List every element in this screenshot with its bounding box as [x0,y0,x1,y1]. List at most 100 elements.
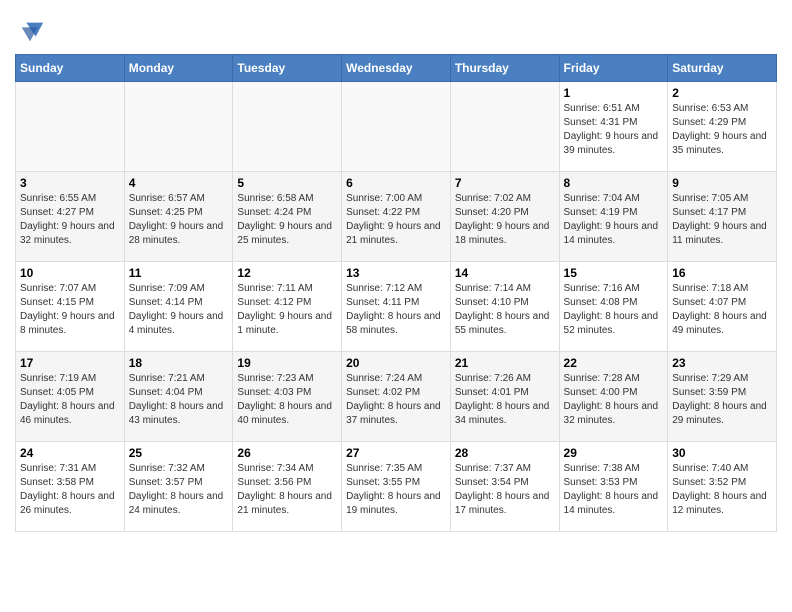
calendar-cell: 4 Sunrise: 6:57 AM Sunset: 4:25 PM Daylig… [124,172,233,262]
day-number: 26 [237,446,337,460]
calendar-cell: 1 Sunrise: 6:51 AM Sunset: 4:31 PM Daylig… [559,82,668,172]
calendar-cell: 16 Sunrise: 7:18 AM Sunset: 4:07 PM Dayli… [668,262,777,352]
calendar-cell: 17 Sunrise: 7:19 AM Sunset: 4:05 PM Dayli… [16,352,125,442]
day-info: Sunrise: 7:00 AM Sunset: 4:22 PM Dayligh… [346,192,446,248]
day-number: 4 [129,176,229,190]
week-row: 1 Sunrise: 6:51 AM Sunset: 4:31 PM Daylig… [16,82,777,172]
calendar-cell: 13Sunrise: 7:12 AM Sunset: 4:11 PM Dayli… [342,262,451,352]
day-number: 7 [455,176,555,190]
day-number: 30 [672,446,772,460]
day-number: 21 [455,356,555,370]
day-info: Sunrise: 7:37 AM Sunset: 3:54 PM Dayligh… [455,462,555,518]
day-number: 2 [672,86,772,100]
header-day: Sunday [16,55,125,82]
day-number: 16 [672,266,772,280]
calendar-cell [233,82,342,172]
day-number: 24 [20,446,120,460]
calendar-cell: 18Sunrise: 7:21 AM Sunset: 4:04 PM Dayli… [124,352,233,442]
day-info: Sunrise: 7:07 AM Sunset: 4:15 PM Dayligh… [20,282,120,338]
calendar-cell [342,82,451,172]
calendar-cell: 29 Sunrise: 7:38 AM Sunset: 3:53 PM Dayli… [559,442,668,532]
calendar-cell: 10 Sunrise: 7:07 AM Sunset: 4:15 PM Dayli… [16,262,125,352]
day-number: 27 [346,446,446,460]
day-info: Sunrise: 7:23 AM Sunset: 4:03 PM Dayligh… [237,372,337,428]
calendar-header: SundayMondayTuesdayWednesdayThursdayFrid… [16,55,777,82]
logo [15,18,45,46]
calendar-cell: 24 Sunrise: 7:31 AM Sunset: 3:58 PM Dayli… [16,442,125,532]
calendar-table: SundayMondayTuesdayWednesdayThursdayFrid… [15,54,777,532]
calendar-cell: 12 Sunrise: 7:11 AM Sunset: 4:12 PM Dayli… [233,262,342,352]
calendar-cell: 22 Sunrise: 7:28 AM Sunset: 4:00 PM Dayli… [559,352,668,442]
week-row: 24 Sunrise: 7:31 AM Sunset: 3:58 PM Dayli… [16,442,777,532]
week-row: 17 Sunrise: 7:19 AM Sunset: 4:05 PM Dayli… [16,352,777,442]
calendar-cell: 25Sunrise: 7:32 AM Sunset: 3:57 PM Dayli… [124,442,233,532]
calendar-cell: 28 Sunrise: 7:37 AM Sunset: 3:54 PM Dayli… [450,442,559,532]
calendar-cell: 5 Sunrise: 6:58 AM Sunset: 4:24 PM Daylig… [233,172,342,262]
day-info: Sunrise: 7:18 AM Sunset: 4:07 PM Dayligh… [672,282,772,338]
day-info: Sunrise: 7:40 AM Sunset: 3:52 PM Dayligh… [672,462,772,518]
header-row: SundayMondayTuesdayWednesdayThursdayFrid… [16,55,777,82]
calendar-cell: 30 Sunrise: 7:40 AM Sunset: 3:52 PM Dayli… [668,442,777,532]
calendar-cell [450,82,559,172]
day-info: Sunrise: 6:51 AM Sunset: 4:31 PM Dayligh… [564,102,664,158]
day-number: 29 [564,446,664,460]
day-number: 10 [20,266,120,280]
day-number: 23 [672,356,772,370]
calendar-cell [124,82,233,172]
day-info: Sunrise: 6:57 AM Sunset: 4:25 PM Dayligh… [129,192,229,248]
day-number: 15 [564,266,664,280]
calendar-cell: 14Sunrise: 7:14 AM Sunset: 4:10 PM Dayli… [450,262,559,352]
logo-icon [17,18,45,46]
calendar-cell: 3 Sunrise: 6:55 AM Sunset: 4:27 PM Daylig… [16,172,125,262]
calendar-cell: 6 Sunrise: 7:00 AM Sunset: 4:22 PM Daylig… [342,172,451,262]
header-day: Monday [124,55,233,82]
header-day: Saturday [668,55,777,82]
day-info: Sunrise: 6:58 AM Sunset: 4:24 PM Dayligh… [237,192,337,248]
header-day: Tuesday [233,55,342,82]
day-info: Sunrise: 7:11 AM Sunset: 4:12 PM Dayligh… [237,282,337,338]
calendar-cell: 11 Sunrise: 7:09 AM Sunset: 4:14 PM Dayli… [124,262,233,352]
header-day: Friday [559,55,668,82]
week-row: 3 Sunrise: 6:55 AM Sunset: 4:27 PM Daylig… [16,172,777,262]
day-number: 14 [455,266,555,280]
calendar-body: 1 Sunrise: 6:51 AM Sunset: 4:31 PM Daylig… [16,82,777,532]
day-info: Sunrise: 7:19 AM Sunset: 4:05 PM Dayligh… [20,372,120,428]
day-info: Sunrise: 7:35 AM Sunset: 3:55 PM Dayligh… [346,462,446,518]
calendar-cell: 9 Sunrise: 7:05 AM Sunset: 4:17 PM Daylig… [668,172,777,262]
day-number: 22 [564,356,664,370]
day-number: 3 [20,176,120,190]
day-info: Sunrise: 7:34 AM Sunset: 3:56 PM Dayligh… [237,462,337,518]
day-number: 8 [564,176,664,190]
calendar-cell: 8 Sunrise: 7:04 AM Sunset: 4:19 PM Daylig… [559,172,668,262]
day-number: 6 [346,176,446,190]
day-info: Sunrise: 7:02 AM Sunset: 4:20 PM Dayligh… [455,192,555,248]
day-number: 5 [237,176,337,190]
day-number: 12 [237,266,337,280]
day-info: Sunrise: 7:31 AM Sunset: 3:58 PM Dayligh… [20,462,120,518]
calendar-cell: 23Sunrise: 7:29 AM Sunset: 3:59 PM Dayli… [668,352,777,442]
day-number: 1 [564,86,664,100]
day-number: 28 [455,446,555,460]
day-number: 9 [672,176,772,190]
day-info: Sunrise: 7:12 AM Sunset: 4:11 PM Dayligh… [346,282,446,338]
day-number: 20 [346,356,446,370]
week-row: 10 Sunrise: 7:07 AM Sunset: 4:15 PM Dayli… [16,262,777,352]
day-info: Sunrise: 6:53 AM Sunset: 4:29 PM Dayligh… [672,102,772,158]
calendar-cell: 21Sunrise: 7:26 AM Sunset: 4:01 PM Dayli… [450,352,559,442]
header-day: Wednesday [342,55,451,82]
day-number: 11 [129,266,229,280]
calendar-cell: 27 Sunrise: 7:35 AM Sunset: 3:55 PM Dayli… [342,442,451,532]
day-info: Sunrise: 7:05 AM Sunset: 4:17 PM Dayligh… [672,192,772,248]
day-info: Sunrise: 7:28 AM Sunset: 4:00 PM Dayligh… [564,372,664,428]
header [15,10,777,46]
calendar-cell: 7 Sunrise: 7:02 AM Sunset: 4:20 PM Daylig… [450,172,559,262]
day-info: Sunrise: 7:09 AM Sunset: 4:14 PM Dayligh… [129,282,229,338]
day-number: 25 [129,446,229,460]
day-info: Sunrise: 6:55 AM Sunset: 4:27 PM Dayligh… [20,192,120,248]
calendar-cell: 26 Sunrise: 7:34 AM Sunset: 3:56 PM Dayli… [233,442,342,532]
day-number: 17 [20,356,120,370]
day-info: Sunrise: 7:04 AM Sunset: 4:19 PM Dayligh… [564,192,664,248]
day-info: Sunrise: 7:16 AM Sunset: 4:08 PM Dayligh… [564,282,664,338]
calendar-cell: 20Sunrise: 7:24 AM Sunset: 4:02 PM Dayli… [342,352,451,442]
day-info: Sunrise: 7:38 AM Sunset: 3:53 PM Dayligh… [564,462,664,518]
